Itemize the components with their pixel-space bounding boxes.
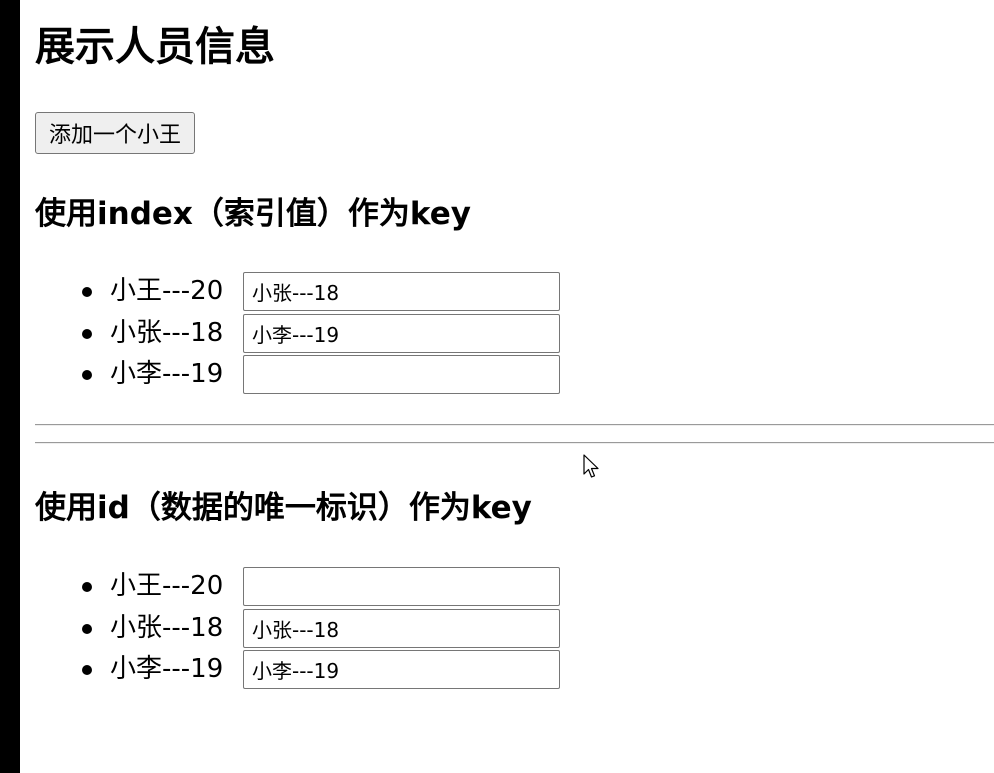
divider [35,424,994,426]
person-label: 小张---18 [110,612,224,643]
bullet-dot-icon [82,370,92,380]
bullet-dot-icon [82,582,92,592]
bullet-dot-icon [82,623,92,634]
person-input[interactable] [243,355,560,394]
person-input[interactable] [243,272,560,311]
id-key-heading: 使用id（数据的唯一标识）作为key [35,490,532,526]
bullet-dot-icon [82,287,92,297]
bullet-dot-icon [82,328,92,339]
window-left-edge [0,0,20,773]
index-key-heading: 使用index（索引值）作为key [35,196,471,232]
bullet-dot-icon [82,665,92,675]
person-label: 小王---20 [110,276,224,306]
person-label: 小李---19 [110,359,224,389]
person-label: 小李---19 [110,654,224,684]
person-label: 小王---20 [110,571,224,601]
person-input[interactable] [243,608,560,648]
page-title: 展示人员信息 [35,24,275,70]
person-input[interactable] [243,567,560,606]
divider [35,442,994,444]
add-xiaowang-button[interactable]: 添加一个小王 [35,112,196,154]
person-input[interactable] [243,313,560,353]
mouse-pointer-icon [583,454,599,478]
person-input[interactable] [243,650,560,689]
person-label: 小张---18 [110,317,224,348]
